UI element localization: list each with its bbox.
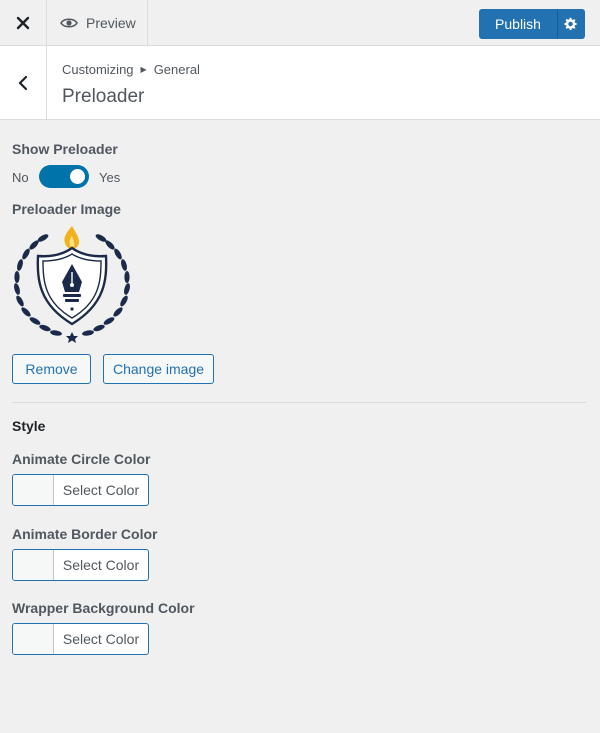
show-preloader-toggle[interactable] xyxy=(39,165,89,188)
toggle-knob xyxy=(70,169,85,184)
preloader-image-thumbnail[interactable] xyxy=(10,224,134,344)
select-color-label: Select Color xyxy=(62,557,140,573)
style-heading: Style xyxy=(12,418,46,434)
publish-button[interactable]: Publish xyxy=(479,9,557,39)
breadcrumb-separator-icon: ▶ xyxy=(140,65,147,74)
breadcrumb: Customizing ▶ General xyxy=(62,62,200,77)
color-swatch xyxy=(13,550,54,580)
preloader-image-label: Preloader Image xyxy=(12,201,121,217)
flame-icon xyxy=(64,226,79,249)
change-image-button[interactable]: Change image xyxy=(103,354,214,384)
publish-settings-button[interactable] xyxy=(557,9,585,39)
chevron-left-icon xyxy=(18,75,28,90)
breadcrumb-general: General xyxy=(153,62,200,77)
preview-button[interactable]: Preview xyxy=(47,0,148,46)
section-header: Customizing ▶ General Preloader xyxy=(0,46,600,120)
color-swatch xyxy=(13,624,54,654)
section-divider xyxy=(12,402,586,403)
select-color-label: Select Color xyxy=(62,482,140,498)
toggle-no-label: No xyxy=(12,170,29,185)
breadcrumb-customizing: Customizing xyxy=(62,62,134,77)
customizer-topbar: Preview Publish xyxy=(0,0,600,46)
remove-image-button[interactable]: Remove xyxy=(12,354,91,384)
back-button[interactable] xyxy=(0,46,47,119)
select-color-label: Select Color xyxy=(62,631,140,647)
animate-border-color-label: Animate Border Color xyxy=(12,526,158,542)
toggle-yes-label: Yes xyxy=(99,170,121,185)
animate-circle-color-label: Animate Circle Color xyxy=(12,451,151,467)
wrapper-background-color-label: Wrapper Background Color xyxy=(12,600,195,616)
close-icon xyxy=(16,16,30,30)
animate-border-color-picker[interactable]: Select Color xyxy=(12,549,149,581)
show-preloader-label: Show Preloader xyxy=(12,141,118,157)
close-button[interactable] xyxy=(0,0,47,46)
color-swatch xyxy=(13,475,54,505)
wrapper-background-color-picker[interactable]: Select Color xyxy=(12,623,149,655)
eye-icon xyxy=(60,18,78,28)
animate-circle-color-picker[interactable]: Select Color xyxy=(12,474,149,506)
section-title: Preloader xyxy=(62,86,145,107)
publish-group: Publish xyxy=(479,9,585,39)
preview-label: Preview xyxy=(86,15,136,31)
gear-icon xyxy=(564,17,577,31)
